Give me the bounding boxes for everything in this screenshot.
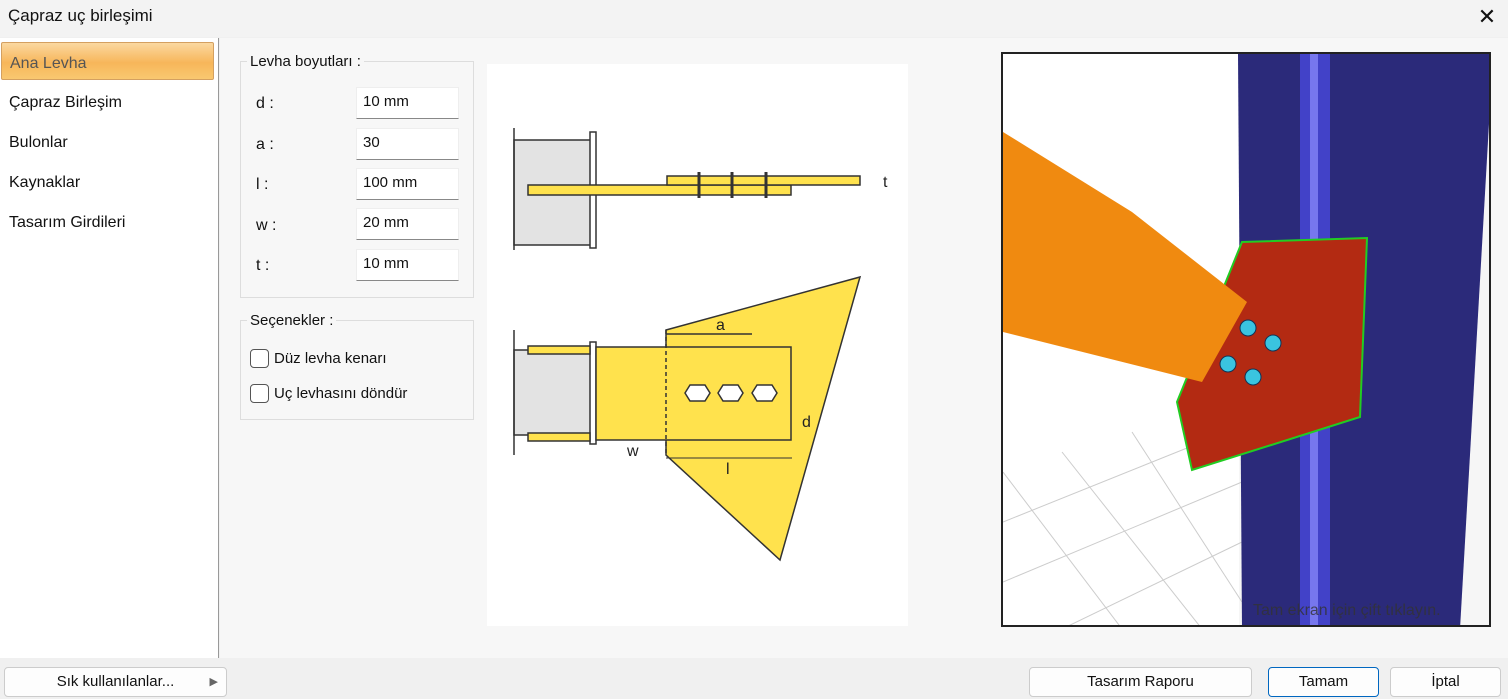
favorites-label: Sık kullanılanlar... xyxy=(56,673,175,690)
group-title: Levha boyutları : xyxy=(247,53,364,70)
t-input[interactable]: 10 mm xyxy=(356,249,459,281)
d-input[interactable]: 10 mm xyxy=(356,87,459,119)
rotate-end-plate-checkbox[interactable] xyxy=(250,384,269,403)
rotate-end-plate-label: Uç levhasını döndür xyxy=(274,385,408,402)
3d-viewport[interactable]: Tam ekran için çift tıklayın. xyxy=(1001,52,1491,627)
title-bar: Çapraz uç birleşimi ✕ xyxy=(0,0,1508,37)
l-label: l : xyxy=(256,176,269,193)
a-label: a : xyxy=(256,136,274,153)
l-input[interactable]: 100 mm xyxy=(356,168,459,200)
sidebar-item-kaynaklar[interactable]: Kaynaklar xyxy=(1,162,214,200)
cancel-button[interactable]: İptal xyxy=(1390,667,1501,697)
sidebar: Ana Levha Çapraz Birleşim Bulonlar Kayna… xyxy=(0,38,219,658)
arrow-right-icon: ▶ xyxy=(209,676,218,688)
plate-diagram: t a d w l xyxy=(487,64,908,626)
options-group: Seçenekler : Düz levha kenarı Uç levhası… xyxy=(240,312,474,420)
sidebar-item-bulonlar[interactable]: Bulonlar xyxy=(1,122,214,160)
sidebar-item-tasarim-girdileri[interactable]: Tasarım Girdileri xyxy=(1,202,214,240)
fullscreen-hint: Tam ekran için çift tıklayın. xyxy=(1253,602,1441,619)
w-label: w : xyxy=(256,217,277,234)
favorites-button[interactable]: Sık kullanılanlar... ▶ xyxy=(4,667,227,697)
straight-edge-checkbox[interactable] xyxy=(250,349,269,368)
sidebar-item-capraz-birlesim[interactable]: Çapraz Birleşim xyxy=(1,82,214,120)
plate-dimensions-group: Levha boyutları : d : 10 mm a : 30 l : 1… xyxy=(240,53,474,298)
ok-button[interactable]: Tamam xyxy=(1268,667,1379,697)
close-icon[interactable]: ✕ xyxy=(1474,4,1500,30)
design-report-button[interactable]: Tasarım Raporu xyxy=(1029,667,1252,697)
w-input[interactable]: 20 mm xyxy=(356,208,459,240)
t-dim-label: t xyxy=(883,174,888,191)
a-input[interactable]: 30 xyxy=(356,128,459,160)
straight-edge-label: Düz levha kenarı xyxy=(274,350,387,367)
l-dim-label: l xyxy=(726,461,730,478)
sidebar-item-ana-levha[interactable]: Ana Levha xyxy=(1,42,214,80)
window-title: Çapraz uç birleşimi xyxy=(8,6,153,25)
a-dim-label: a xyxy=(716,317,725,334)
d-dim-label: d xyxy=(802,414,811,431)
t-label: t : xyxy=(256,257,270,274)
d-label: d : xyxy=(256,95,274,112)
group-title: Seçenekler : xyxy=(247,312,337,329)
side-view: a d w l xyxy=(513,275,862,562)
top-view: t xyxy=(513,128,888,250)
w-dim-label: w xyxy=(626,443,639,460)
